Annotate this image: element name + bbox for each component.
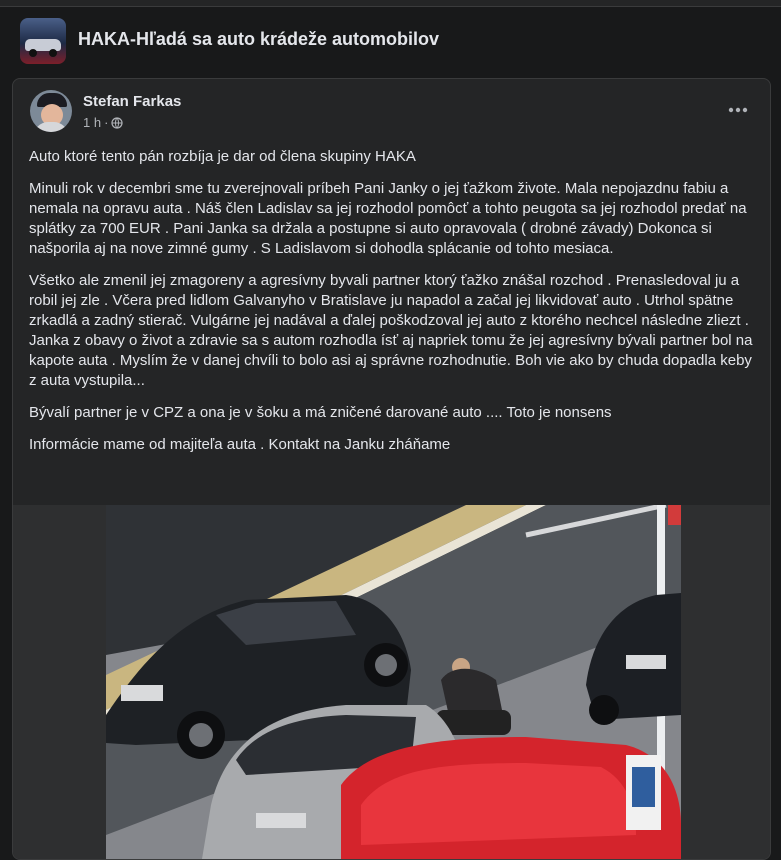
post-paragraph: Minuli rok v decembri sme tu zverejnoval… [29, 180, 747, 257]
post-card: Stefan Farkas 1 h · Auto ktoré tento pán… [12, 78, 771, 860]
group-header: HAKA-Hľadá sa auto krádeže automobilov [0, 8, 781, 72]
top-divider [0, 0, 781, 7]
post-photo[interactable] [106, 505, 681, 859]
post-media-area [13, 505, 770, 859]
more-options-button[interactable] [720, 97, 756, 121]
globe-icon [111, 116, 124, 129]
post-timestamp[interactable]: 1 h [83, 115, 101, 130]
post-paragraph: Bývalí partner je v CPZ a ona je v šoku … [29, 404, 612, 421]
post-paragraph: Auto ktoré tento pán rozbíja je dar od č… [29, 148, 416, 165]
post-paragraph: Informácie mame od majiteľa auta . Konta… [29, 436, 451, 453]
meta-separator: · [104, 115, 109, 130]
street-scene-illustration [106, 505, 681, 859]
car-wheel [49, 49, 57, 57]
more-options-icon [728, 100, 748, 118]
group-title[interactable]: HAKA-Hľadá sa auto krádeže automobilov [78, 29, 439, 50]
group-cover-thumbnail[interactable] [20, 18, 66, 64]
avatar-shirt [34, 122, 68, 132]
post-body: Auto ktoré tento pán rozbíja je dar od č… [29, 147, 759, 467]
post-paragraph: Všetko ale zmenil jej zmagoreny a agresí… [29, 272, 753, 389]
car-wheel [29, 49, 37, 57]
author-avatar[interactable] [30, 90, 72, 132]
author-name[interactable]: Stefan Farkas [83, 93, 181, 110]
post-meta: 1 h · [83, 115, 124, 130]
